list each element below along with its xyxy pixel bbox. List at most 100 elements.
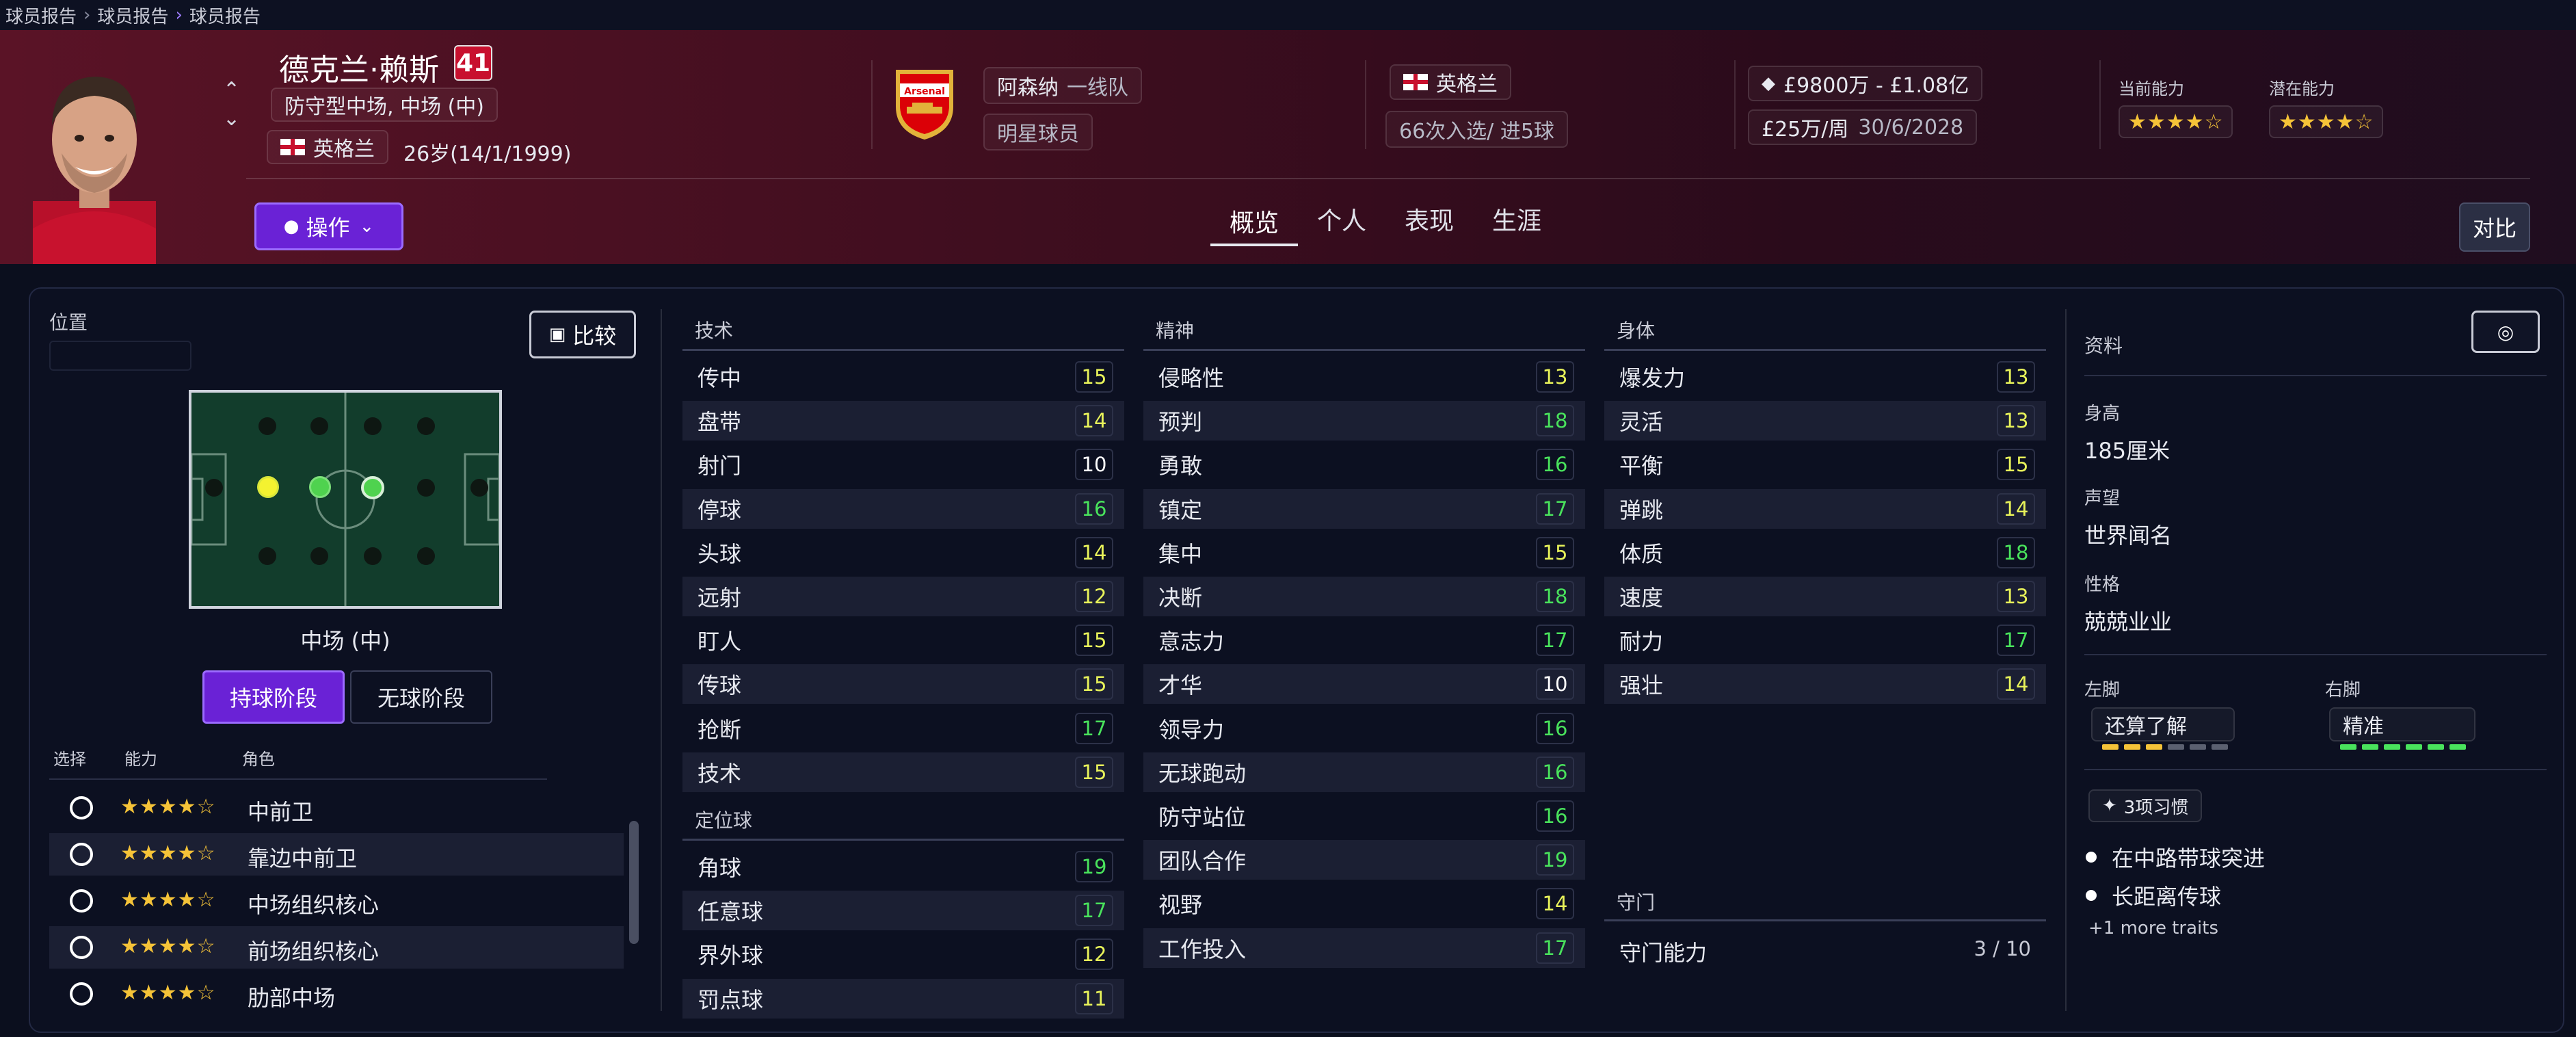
tab-personal[interactable]: 个人 — [1317, 201, 1366, 237]
attribute-row[interactable]: 界外球 12 — [682, 934, 1124, 974]
compare-header-button[interactable]: 对比 — [2459, 202, 2530, 252]
position-dot — [470, 479, 488, 497]
role-radio[interactable] — [70, 796, 93, 819]
transfer-value-chip[interactable]: ◆ £9800万 - £1.08亿 — [1748, 66, 1983, 101]
attribute-row[interactable]: 角球 19 — [682, 847, 1124, 887]
attribute-row[interactable]: 停球 16 — [682, 488, 1124, 529]
attribute-row[interactable]: 罚点球 11 — [682, 978, 1124, 1019]
attribute-row[interactable]: 勇敢 16 — [1143, 445, 1585, 484]
role-radio[interactable] — [70, 843, 93, 866]
attribute-row[interactable]: 才华 10 — [1143, 664, 1585, 705]
attribute-row[interactable]: 灵活 13 — [1604, 401, 2046, 441]
tab-overview[interactable]: 概览 — [1210, 198, 1298, 246]
left-foot-chip: 还算了解 — [2091, 707, 2235, 741]
breadcrumb-item-current: 球员报告 — [189, 6, 261, 27]
attribute-value: 17 — [1997, 625, 2035, 657]
attribute-name: 射门 — [698, 453, 742, 480]
actions-button[interactable]: ● 操作 ⌄ — [254, 202, 403, 250]
attribute-name: 罚点球 — [698, 986, 764, 1013]
breadcrumb-item[interactable]: 球员报告 — [5, 3, 77, 28]
attribute-row[interactable]: 防守站位 16 — [1143, 796, 1585, 836]
role-row[interactable]: ★★★★☆ 中前卫 — [49, 787, 624, 829]
attribute-row[interactable]: 领导力 16 — [1143, 709, 1585, 748]
club-crest-icon[interactable]: Arsenal — [892, 66, 957, 142]
attribute-row[interactable]: 弹跳 14 — [1604, 488, 2046, 529]
attribute-row[interactable]: 镇定 17 — [1143, 488, 1585, 529]
position-pitch — [189, 390, 502, 609]
attribute-row[interactable]: 传中 15 — [682, 357, 1124, 397]
bullet-icon — [2086, 852, 2097, 863]
tab-career[interactable]: 生涯 — [1492, 201, 1541, 237]
attribute-row[interactable]: 速度 13 — [1604, 577, 2046, 616]
role-radio[interactable] — [70, 936, 93, 959]
attribute-row[interactable]: 耐力 17 — [1604, 620, 2046, 660]
attribute-row[interactable]: 强壮 14 — [1604, 664, 2046, 705]
attribute-row[interactable]: 平衡 15 — [1604, 445, 2046, 484]
reputation-label: 声望 — [2084, 488, 2121, 509]
attribute-row[interactable]: 盯人 15 — [682, 620, 1124, 660]
attribute-row[interactable]: 无球跑动 16 — [1143, 752, 1585, 792]
attribute-row[interactable]: 任意球 17 — [682, 891, 1124, 931]
attribute-name: 耐力 — [1619, 629, 1664, 655]
attribute-name: 团队合作 — [1158, 848, 1247, 875]
user-circle-icon: ◎ — [2497, 320, 2514, 343]
player-nationality-chip[interactable]: 英格兰 — [267, 130, 388, 164]
compare-positions-button[interactable]: ▣ 比较 — [529, 311, 636, 358]
attribute-row[interactable]: 预判 18 — [1143, 401, 1585, 441]
attribute-name: 盯人 — [698, 629, 742, 655]
role-radio[interactable] — [70, 889, 93, 913]
attribute-row[interactable]: 集中 15 — [1143, 533, 1585, 573]
attribute-row[interactable]: 射门 10 — [682, 445, 1124, 484]
previous-player-button[interactable]: ⌃ — [223, 78, 240, 102]
traits-chip[interactable]: ✦ 3项习惯 — [2088, 789, 2203, 822]
attribute-value: 18 — [1536, 405, 1574, 437]
role-row[interactable]: ★★★★☆ 肋部中场 — [49, 973, 624, 1015]
attribute-row[interactable]: 工作投入 17 — [1143, 928, 1585, 968]
role-row[interactable]: ★★★★☆ 前场组织核心 — [49, 926, 624, 969]
international-chip[interactable]: 英格兰 — [1390, 64, 1511, 100]
attribute-value: 17 — [1536, 625, 1574, 657]
attribute-value: 19 — [1536, 844, 1574, 876]
out-of-possession-tab[interactable]: 无球阶段 — [350, 670, 492, 724]
attribute-value: 13 — [1997, 405, 2035, 437]
role-name: 中前卫 — [248, 799, 314, 825]
attribute-value: 19 — [1075, 851, 1113, 882]
role-row[interactable]: ★★★★☆ 中场组织核心 — [49, 880, 624, 922]
breadcrumb-item[interactable]: 球员报告 — [97, 3, 168, 28]
in-possession-tab[interactable]: 持球阶段 — [202, 670, 345, 724]
roles-scrollbar[interactable] — [629, 821, 639, 944]
position-dot-amc — [361, 476, 384, 499]
current-ability-stars: ★★★★☆ — [2119, 105, 2233, 138]
attribute-row[interactable]: 决断 18 — [1143, 577, 1585, 616]
england-flag-icon — [280, 139, 305, 155]
attribute-name: 平衡 — [1619, 453, 1664, 480]
position-dot-mc — [309, 476, 331, 498]
attribute-name: 强壮 — [1619, 672, 1664, 699]
role-radio[interactable] — [70, 982, 93, 1006]
tag-icon: ◆ — [1762, 73, 1775, 94]
attribute-row[interactable]: 意志力 17 — [1143, 620, 1585, 660]
club-chip[interactable]: 阿森纳 一线队 — [983, 67, 1142, 104]
contract-chip[interactable]: £25万/周 30/6/2028 — [1748, 109, 1978, 145]
attribute-row[interactable]: 团队合作 19 — [1143, 840, 1585, 880]
attribute-row[interactable]: 盘带 14 — [682, 401, 1124, 441]
attribute-row[interactable]: 爆发力 13 — [1604, 357, 2046, 397]
attribute-row[interactable]: 头球 14 — [682, 533, 1124, 573]
role-row[interactable]: ★★★★☆ 靠边中前卫 — [49, 833, 624, 876]
profile-settings-button[interactable]: ◎ — [2471, 311, 2540, 353]
attribute-row[interactable]: 技术 15 — [682, 752, 1124, 792]
attribute-row[interactable]: 远射 12 — [682, 577, 1124, 616]
player-name: 德克兰·赖斯 — [279, 53, 439, 88]
attribute-row[interactable]: 侵略性 13 — [1143, 357, 1585, 397]
more-traits-link[interactable]: +1 more traits — [2088, 918, 2294, 934]
attribute-row[interactable]: 传球 15 — [682, 664, 1124, 705]
attribute-value: 15 — [1075, 361, 1113, 393]
bullet-icon — [2086, 890, 2097, 901]
attribute-value: 15 — [1536, 536, 1574, 568]
attribute-row[interactable]: 体质 18 — [1604, 533, 2046, 573]
attribute-row[interactable]: 视野 14 — [1143, 884, 1585, 923]
tab-performance[interactable]: 表现 — [1405, 201, 1454, 237]
attribute-row[interactable]: 抢断 17 — [682, 709, 1124, 748]
attribute-name: 传中 — [698, 365, 742, 391]
next-player-button[interactable]: ⌄ — [223, 107, 240, 131]
